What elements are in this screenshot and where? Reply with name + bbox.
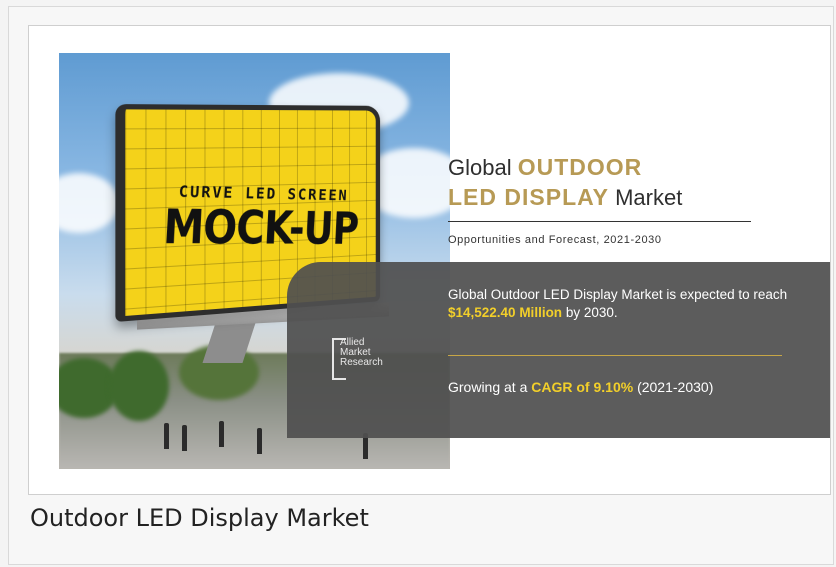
market-value-statement: Global Outdoor LED Display Market is exp… bbox=[448, 286, 808, 322]
market-value-prefix: Global Outdoor LED Display Market is exp… bbox=[448, 287, 788, 302]
infographic-image: CURVE LED SCREEN MOCK-UP Allied Market R… bbox=[28, 25, 831, 495]
title-part-2: Market bbox=[608, 185, 683, 210]
figure-caption: Outdoor LED Display Market bbox=[30, 504, 369, 532]
pedestrian bbox=[257, 428, 262, 454]
logo-line-3: Research bbox=[340, 357, 383, 368]
allied-market-research-logo: Allied Market Research bbox=[332, 338, 412, 384]
pedestrian bbox=[219, 421, 224, 447]
cagr-value: CAGR of 9.10% bbox=[531, 379, 634, 395]
cagr-prefix: Growing at a bbox=[448, 379, 532, 395]
title-line-1: Global OUTDOOR bbox=[448, 154, 642, 181]
cagr-statement: Growing at a CAGR of 9.10% (2021-2030) bbox=[448, 379, 713, 395]
title-part-1: Global bbox=[448, 155, 518, 180]
pedestrian bbox=[164, 423, 169, 449]
title-highlight-1: OUTDOOR bbox=[517, 154, 643, 180]
pedestrian bbox=[182, 425, 187, 451]
forecast-subtitle: Opportunities and Forecast, 2021-2030 bbox=[448, 234, 662, 246]
market-value-suffix: by 2030. bbox=[562, 305, 618, 320]
cagr-suffix: (2021-2030) bbox=[633, 379, 714, 395]
title-line-2: LED DISPLAY Market bbox=[448, 184, 682, 211]
screen-title: MOCK-UP bbox=[161, 200, 360, 256]
market-value: $14,522.40 Million bbox=[448, 305, 563, 320]
gold-divider bbox=[448, 355, 782, 356]
page-frame: CURVE LED SCREEN MOCK-UP Allied Market R… bbox=[8, 6, 834, 565]
title-highlight-2: LED DISPLAY bbox=[448, 184, 609, 210]
title-divider bbox=[448, 221, 751, 222]
tree bbox=[109, 351, 169, 421]
